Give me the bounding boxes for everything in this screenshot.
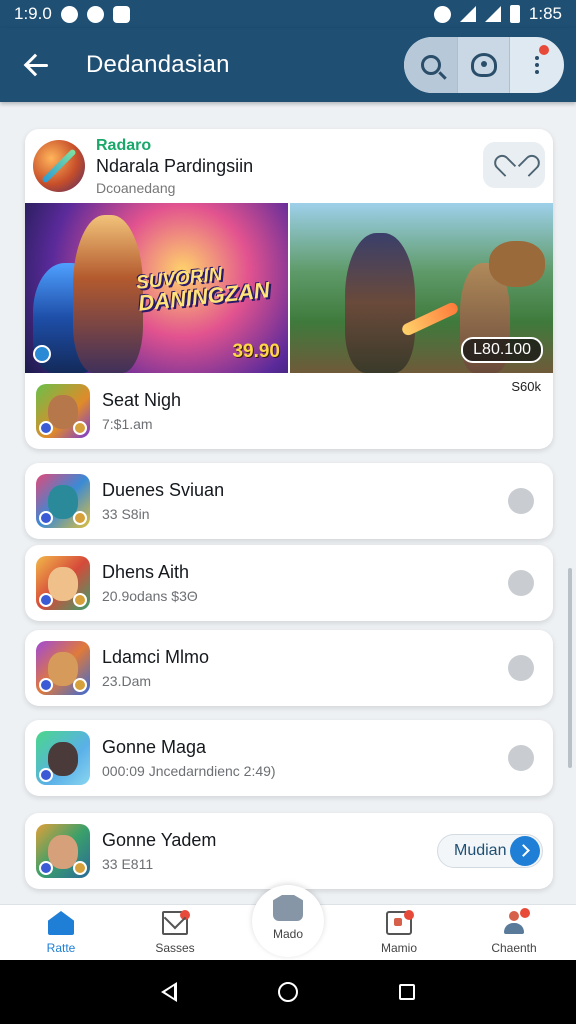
app-title: Gonne Maga [102, 737, 207, 757]
favorite-button[interactable] [483, 142, 545, 188]
content-list[interactable]: Radaro Ndarala Pardingsiin Dcoanedang SU… [0, 102, 576, 902]
sync-icon [60, 5, 78, 23]
app-bar: Dedandasian [0, 28, 576, 102]
system-nav-bar [0, 960, 576, 1024]
back-arrow-icon[interactable] [22, 50, 52, 80]
app-icon [36, 556, 90, 610]
app-icon [36, 731, 90, 785]
banner-character [73, 215, 143, 373]
bottom-nav: Ratte Sasses Mado Mamio Chaenth [0, 885, 576, 961]
signal-icon [484, 6, 501, 22]
app-notification-icon [86, 5, 104, 23]
more-options-button[interactable] [510, 37, 563, 93]
featured-tag: S60k [511, 379, 541, 394]
banner-price-tag: L80.100 [461, 337, 543, 363]
page-title: Dedandasian [86, 51, 230, 78]
featured-game-icon [33, 140, 85, 192]
nav-item-games[interactable]: Mado [252, 885, 324, 957]
featured-app-row[interactable]: Seat Nigh 7:$1.am S60k [25, 373, 553, 449]
search-button[interactable] [404, 37, 457, 93]
select-radio[interactable] [508, 745, 534, 771]
status-time-left: 1:9.0 [14, 4, 52, 23]
select-radio[interactable] [508, 570, 534, 596]
system-recents-icon[interactable] [399, 984, 416, 1000]
select-radio[interactable] [508, 488, 534, 514]
app-subtitle: 33 E811 [102, 856, 154, 872]
list-item[interactable]: Gonne Yadem 33 E811 Mudian [25, 813, 553, 889]
nav-item-home[interactable]: Ratte [21, 905, 101, 961]
nav-label: Mamio [380, 941, 417, 955]
featured-category: Radaro [96, 136, 152, 154]
wifi-icon [459, 6, 476, 22]
heart-icon [503, 155, 525, 175]
notification-dot [539, 45, 549, 55]
status-time-right: 1:85 [528, 4, 562, 23]
home-icon [48, 911, 74, 935]
search-icon [420, 55, 441, 75]
app-title: Ldamci Mlmo [102, 647, 210, 667]
install-button[interactable]: Mudian [437, 834, 543, 868]
bluetooth-icon [433, 5, 451, 23]
app-subtitle: 20.9odans $3Θ [102, 588, 198, 604]
app-icon [36, 641, 90, 695]
status-bar: 1:9.0 1:85 [0, 0, 576, 28]
shop-icon [386, 910, 414, 935]
nav-label: Mado [272, 927, 304, 941]
banner-price: 39.90 [232, 341, 280, 362]
gamepad-icon [470, 53, 497, 77]
notification-dot [404, 910, 414, 920]
featured-card[interactable]: Radaro Ndarala Pardingsiin Dcoanedang SU… [25, 129, 553, 449]
app-icon [36, 384, 90, 438]
app-subtitle: 23.Dam [102, 673, 152, 689]
select-radio[interactable] [508, 655, 534, 681]
nav-item-profile[interactable]: Chaenth [474, 905, 554, 961]
list-item[interactable]: Duenes Sviuan 33 S8in [25, 463, 553, 539]
nav-item-messages[interactable]: Sasses [135, 905, 215, 961]
notification-dot [520, 908, 530, 918]
nav-label: Chaenth [491, 941, 537, 955]
app-title: Duenes Sviuan [102, 480, 225, 500]
battery-icon [509, 5, 520, 23]
banner-logo: SUVORIN DANINGZAN [135, 263, 271, 316]
user-icon [502, 908, 530, 935]
banner-character [345, 233, 415, 373]
notification-dot [180, 910, 190, 920]
featured-subtitle: Dcoanedang [96, 179, 176, 196]
nav-label: Ratte [46, 941, 76, 955]
mail-icon [162, 910, 190, 935]
app-title: Seat Nigh [102, 390, 182, 410]
app-subtitle: 000:09 Jncedarndienc 2:49) [102, 763, 276, 779]
app-subtitle: 7:$1.am [102, 416, 153, 432]
banner-badge [33, 345, 51, 363]
more-vert-icon [534, 56, 539, 74]
chevron-right-icon [510, 836, 540, 866]
app-title: Dhens Aith [102, 562, 190, 582]
featured-header: Radaro Ndarala Pardingsiin Dcoanedang [25, 129, 553, 203]
system-home-icon[interactable] [277, 982, 298, 1002]
list-item[interactable]: Ldamci Mlmo 23.Dam [25, 630, 553, 706]
banner-image-left[interactable]: SUVORIN DANINGZAN 39.90 [25, 203, 288, 373]
nav-item-shop[interactable]: Mamio [359, 905, 439, 961]
app-icon [36, 474, 90, 528]
gamepad-button[interactable] [457, 37, 510, 93]
featured-title: Ndarala Pardingsiin [96, 155, 254, 176]
app-title: Gonne Yadem [102, 830, 217, 850]
scrollbar[interactable] [568, 568, 572, 768]
nav-label: Sasses [155, 941, 195, 955]
install-button-label: Mudian [454, 842, 507, 859]
banner-creature [489, 241, 545, 287]
banner-image-right[interactable]: L80.100 [290, 203, 553, 373]
system-back-icon[interactable] [160, 982, 177, 1002]
app-subtitle: 33 S8in [102, 506, 150, 522]
list-item[interactable]: Dhens Aith 20.9odans $3Θ [25, 545, 553, 621]
list-item[interactable]: Gonne Maga 000:09 Jncedarndienc 2:49) [25, 720, 553, 796]
app-icon [36, 824, 90, 878]
action-group [404, 37, 564, 93]
download-icon [112, 5, 130, 23]
featured-banners: SUVORIN DANINGZAN 39.90 L80.100 [25, 203, 553, 373]
games-icon [273, 895, 303, 921]
